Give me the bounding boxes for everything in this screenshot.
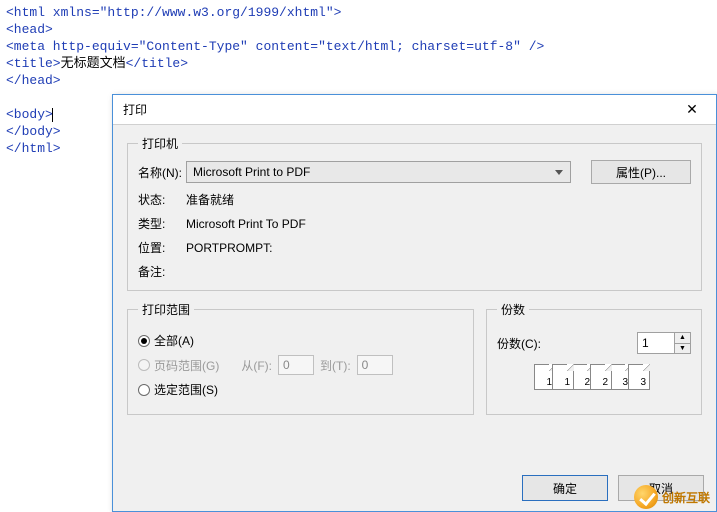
from-input: 0 <box>278 355 314 375</box>
code-token: </title> <box>126 56 188 71</box>
code-token: /> <box>521 39 544 54</box>
page-number: 1 <box>564 377 570 388</box>
dialog-titlebar[interactable]: 打印 ✕ <box>113 95 716 125</box>
printer-group-label: 打印机 <box>138 135 182 152</box>
close-icon: ✕ <box>686 101 698 118</box>
spinner-up-button[interactable]: ▲ <box>675 333 690 344</box>
code-token: <meta http-equiv= <box>6 39 139 54</box>
range-all-option[interactable]: 全部(A) <box>138 332 463 349</box>
print-range-label: 打印范围 <box>138 301 194 318</box>
page-icon: 1 <box>552 364 574 390</box>
printer-name-select[interactable]: Microsoft Print to PDF <box>186 161 571 183</box>
code-token: "http://www.w3.org/1999/xhtml" <box>100 5 334 20</box>
code-token: </html> <box>6 141 61 156</box>
range-pages-label: 页码范围(G) <box>154 357 219 374</box>
radio-icon <box>138 359 150 371</box>
code-token: <head> <box>6 22 53 37</box>
copies-group-label: 份数 <box>497 301 529 318</box>
range-selection-option[interactable]: 选定范围(S) <box>138 381 463 398</box>
radio-icon <box>138 384 150 396</box>
properties-button[interactable]: 属性(P)... <box>591 160 691 184</box>
dialog-body: 打印机 名称(N): Microsoft Print to PDF 属性(P).… <box>113 125 716 469</box>
close-button[interactable]: ✕ <box>672 96 712 124</box>
range-pages-option: 页码范围(G) 从(F): 0 到(T): 0 <box>138 355 463 375</box>
type-value: Microsoft Print To PDF <box>186 217 691 231</box>
range-all-label: 全部(A) <box>154 332 194 349</box>
printer-selected-value: Microsoft Print to PDF <box>193 165 310 179</box>
copies-count-label: 份数(C): <box>497 335 541 352</box>
status-label: 状态: <box>138 191 186 208</box>
text-cursor <box>52 108 53 122</box>
dialog-title: 打印 <box>123 101 672 118</box>
code-token: "text/html; charset=utf-8" <box>318 39 521 54</box>
dialog-button-bar: 确定 取消 创新互联 <box>113 469 716 511</box>
code-token: content= <box>248 39 318 54</box>
copies-value[interactable]: 1 <box>637 332 675 354</box>
code-token: </head> <box>6 73 61 88</box>
from-label: 从(F): <box>241 357 272 374</box>
collate-diagram: 1 1 2 2 3 3 <box>497 364 691 390</box>
range-selection-label: 选定范围(S) <box>154 381 218 398</box>
chevron-down-icon: ▼ <box>679 345 686 352</box>
printer-name-label: 名称(N): <box>138 164 186 181</box>
code-token: <title> <box>6 56 61 71</box>
printer-group: 打印机 名称(N): Microsoft Print to PDF 属性(P).… <box>127 135 702 291</box>
cancel-button[interactable]: 取消 <box>618 475 704 501</box>
code-token: <body> <box>6 107 53 122</box>
page-icon: 3 <box>628 364 650 390</box>
status-value: 准备就绪 <box>186 191 691 208</box>
location-value: PORTPROMPT: <box>186 241 691 255</box>
copies-group: 份数 份数(C): 1 ▲ ▼ 1 1 <box>486 301 702 415</box>
code-token: 无标题文档 <box>61 56 126 71</box>
page-icon: 2 <box>590 364 612 390</box>
to-input: 0 <box>357 355 393 375</box>
comment-label: 备注: <box>138 263 186 280</box>
type-label: 类型: <box>138 215 186 232</box>
chevron-up-icon: ▲ <box>679 334 686 341</box>
code-token: "Content-Type" <box>139 39 248 54</box>
code-token: > <box>334 5 342 20</box>
to-label: 到(T): <box>320 357 351 374</box>
print-range-group: 打印范围 全部(A) 页码范围(G) 从(F): 0 到(T): 0 <box>127 301 474 415</box>
page-number: 3 <box>640 377 646 388</box>
code-token: </body> <box>6 124 61 139</box>
spinner-down-button[interactable]: ▼ <box>675 344 690 354</box>
location-label: 位置: <box>138 239 186 256</box>
print-dialog: 打印 ✕ 打印机 名称(N): Microsoft Print to PDF 属… <box>112 94 717 512</box>
page-number: 2 <box>602 377 608 388</box>
copies-spinner[interactable]: 1 ▲ ▼ <box>637 332 691 354</box>
code-token: <html xmlns= <box>6 5 100 20</box>
radio-icon <box>138 335 150 347</box>
ok-button[interactable]: 确定 <box>522 475 608 501</box>
